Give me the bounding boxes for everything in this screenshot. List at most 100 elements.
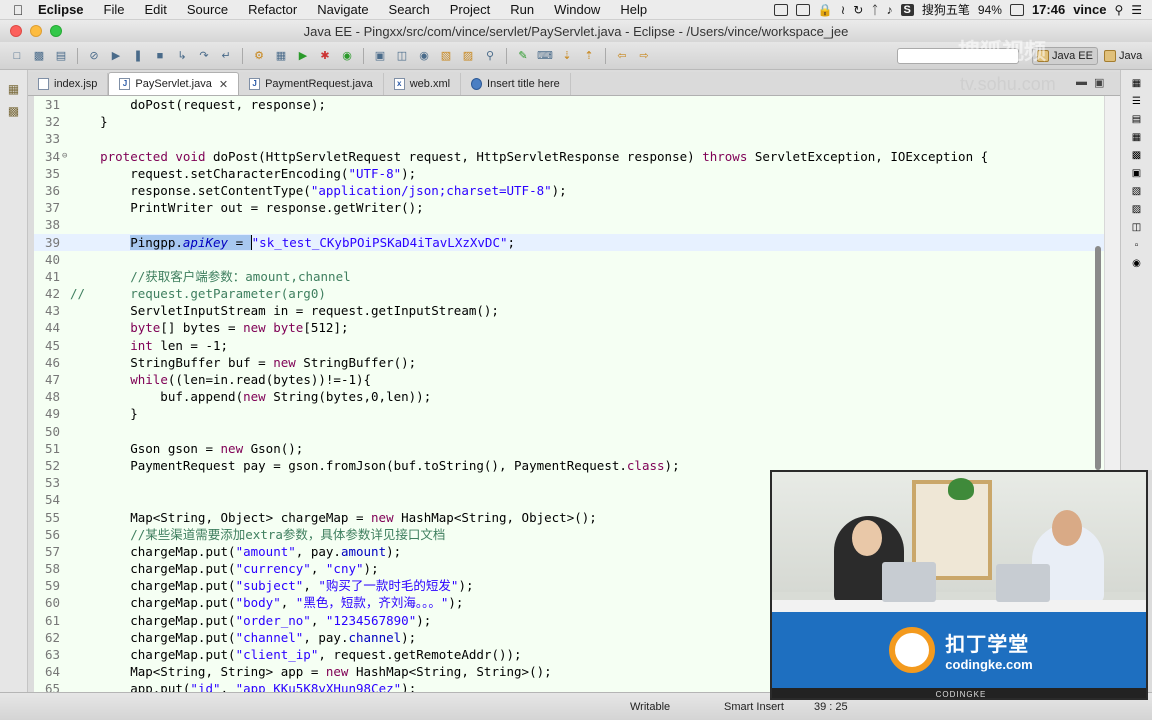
code-text[interactable]: chargeMap.put("body", "黑色，短款，齐刘海。。。"); — [70, 594, 463, 611]
menu-source[interactable]: Source — [177, 2, 238, 17]
server-icon[interactable]: ▦ — [272, 47, 290, 65]
new-java-project-icon[interactable]: ▣ — [371, 47, 389, 65]
open-task-icon[interactable]: ▨ — [459, 47, 477, 65]
code-line[interactable]: 41 //获取客户端参数：amount,channel — [34, 268, 1104, 285]
code-text[interactable]: protected void doPost(HttpServletRequest… — [70, 148, 988, 165]
menu-project[interactable]: Project — [440, 2, 500, 17]
code-line[interactable]: 47 while((len=in.read(bytes))!=-1){ — [34, 371, 1104, 388]
servers-icon[interactable]: ▧ — [1131, 186, 1143, 198]
code-text[interactable]: Pingpp.apiKey = "sk_test_CKybPOiPSKaD4iT… — [70, 234, 515, 251]
perspective-java[interactable]: Java — [1100, 47, 1146, 65]
code-text[interactable]: ServletInputStream in = request.getInput… — [70, 302, 499, 319]
code-text[interactable]: Map<String, String> app = new HashMap<St… — [70, 663, 551, 680]
menu-search[interactable]: Search — [379, 2, 440, 17]
new-class-icon[interactable]: ◉ — [415, 47, 433, 65]
minimize-editor-icon[interactable]: ▬ — [1076, 76, 1087, 88]
close-window-button[interactable] — [10, 25, 22, 37]
screen-icon[interactable] — [773, 3, 788, 16]
code-text[interactable]: Map<String, Object> chargeMap = new Hash… — [70, 509, 597, 526]
notification-center-icon[interactable]: ☰ — [1131, 3, 1142, 17]
skip-breakpoints-icon[interactable]: ⊘ — [85, 47, 103, 65]
code-text[interactable]: int len = -1; — [70, 337, 228, 354]
code-line[interactable]: 45 int len = -1; — [34, 337, 1104, 354]
toggle-mark-icon[interactable]: ⌨ — [536, 47, 554, 65]
snippets-icon[interactable]: ◫ — [1131, 222, 1143, 234]
minimize-window-button[interactable] — [30, 25, 42, 37]
code-text[interactable]: byte[] bytes = new byte[512]; — [70, 319, 348, 336]
next-annotation-icon[interactable]: ⇣ — [558, 47, 576, 65]
menu-help[interactable]: Help — [610, 2, 657, 17]
prev-annotation-icon[interactable]: ⇡ — [580, 47, 598, 65]
menu-run[interactable]: Run — [500, 2, 544, 17]
restore-icon[interactable]: ▦ — [1131, 78, 1143, 90]
tab-payservlet-java[interactable]: J PayServlet.java ✕ — [108, 72, 240, 95]
code-text[interactable]: chargeMap.put("currency", "cny"); — [70, 560, 378, 577]
step-into-icon[interactable]: ↳ — [173, 47, 191, 65]
external-tools-icon[interactable]: ◉ — [338, 47, 356, 65]
save-icon[interactable]: ▩ — [30, 47, 48, 65]
input-method-label[interactable]: 搜狗五笔 — [922, 1, 970, 18]
back-icon[interactable]: ⇦ — [613, 47, 631, 65]
code-text[interactable]: while((len=in.read(bytes))!=-1){ — [70, 371, 371, 388]
step-return-icon[interactable]: ↵ — [217, 47, 235, 65]
code-line[interactable]: 48 buf.append(new String(bytes,0,len)); — [34, 388, 1104, 405]
code-line[interactable]: 42 // request.getParameter(arg0) — [34, 285, 1104, 302]
tab-web-xml[interactable]: x web.xml — [384, 73, 462, 95]
resume-icon[interactable]: ▶ — [107, 47, 125, 65]
fold-toggle-icon[interactable]: ⊖ — [62, 148, 67, 165]
battery-icon[interactable] — [1009, 3, 1024, 16]
code-text[interactable]: chargeMap.put("amount", pay.amount); — [70, 543, 401, 560]
code-text[interactable]: chargeMap.put("subject", "购买了一款时毛的短发"); — [70, 577, 473, 594]
code-text[interactable]: chargeMap.put("channel", pay.channel); — [70, 629, 416, 646]
zoom-window-button[interactable] — [50, 25, 62, 37]
wifi-icon[interactable]: ≀ — [841, 3, 846, 17]
code-text[interactable]: chargeMap.put("client_ip", request.getRe… — [70, 646, 521, 663]
code-line[interactable]: 50 — [34, 423, 1104, 440]
tab-index-jsp[interactable]: index.jsp — [28, 73, 109, 95]
annotation-icon[interactable]: ✎ — [514, 47, 532, 65]
print-icon[interactable]: ▤ — [52, 47, 70, 65]
user-name[interactable]: vince — [1073, 2, 1106, 17]
code-text[interactable]: doPost(request, response); — [70, 96, 326, 113]
outline-icon[interactable]: ☰ — [1131, 96, 1143, 108]
code-text[interactable]: buf.append(new String(bytes,0,len)); — [70, 388, 431, 405]
task-list-icon[interactable]: ▤ — [1131, 114, 1143, 126]
data-source-icon[interactable]: ▨ — [1131, 204, 1143, 216]
tab-paymentrequest-java[interactable]: J PaymentRequest.java — [239, 73, 384, 95]
menu-refactor[interactable]: Refactor — [238, 2, 307, 17]
project-explorer-icon[interactable]: ▩ — [8, 104, 19, 118]
tab-insert-title-here[interactable]: Insert title here — [461, 73, 571, 95]
code-line[interactable]: 31 doPost(request, response); — [34, 96, 1104, 113]
code-text[interactable]: PaymentRequest pay = gson.fromJson(buf.t… — [70, 457, 679, 474]
console-icon[interactable]: ▫ — [1131, 240, 1143, 252]
open-type-icon[interactable]: ▧ — [437, 47, 455, 65]
restore-icon[interactable]: ▦ — [1131, 132, 1143, 144]
restore-icon[interactable]: ▦ — [8, 82, 19, 96]
properties-icon[interactable]: ▣ — [1131, 168, 1143, 180]
code-line[interactable]: 39 Pingpp.apiKey = "sk_test_CKybPOiPSKaD… — [34, 233, 1104, 251]
code-line[interactable]: 43 ServletInputStream in = request.getIn… — [34, 302, 1104, 319]
step-over-icon[interactable]: ↷ — [195, 47, 213, 65]
code-text[interactable]: app.put("id", "app_KKu5K8vXHun98Cez"); — [70, 680, 416, 692]
code-line[interactable]: 40 — [34, 251, 1104, 268]
code-line[interactable]: 36 response.setContentType("application/… — [34, 182, 1104, 199]
bluetooth-icon[interactable]: ᛏ — [871, 3, 878, 17]
progress-icon[interactable]: ◉ — [1131, 258, 1143, 270]
code-text[interactable]: request.setCharacterEncoding("UTF-8"); — [70, 165, 416, 182]
input-method-icon[interactable]: S — [900, 3, 914, 16]
lock-icon[interactable]: 🔒 — [818, 3, 833, 17]
code-text[interactable]: //获取客户端参数：amount,channel — [70, 268, 350, 285]
code-line[interactable]: 35 request.setCharacterEncoding("UTF-8")… — [34, 165, 1104, 182]
menu-edit[interactable]: Edit — [134, 2, 176, 17]
menu-navigate[interactable]: Navigate — [307, 2, 378, 17]
spotlight-icon[interactable]: ⚲ — [1114, 3, 1123, 17]
build-icon[interactable]: ⚙ — [250, 47, 268, 65]
code-text[interactable]: // request.getParameter(arg0) — [70, 285, 326, 302]
code-line[interactable]: 46 StringBuffer buf = new StringBuffer()… — [34, 354, 1104, 371]
menu-app-eclipse[interactable]: Eclipse — [36, 2, 94, 17]
keyboard-icon[interactable] — [795, 3, 810, 16]
code-line[interactable]: 33 — [34, 130, 1104, 147]
new-icon[interactable]: □ — [8, 47, 26, 65]
forward-icon[interactable]: ⇨ — [635, 47, 653, 65]
code-line[interactable]: 49 } — [34, 405, 1104, 422]
